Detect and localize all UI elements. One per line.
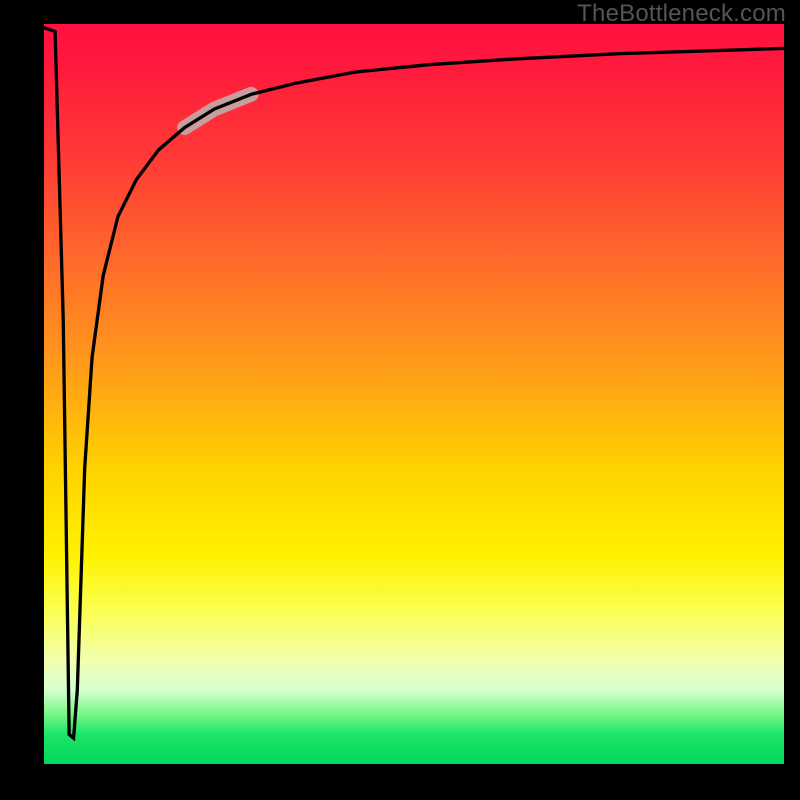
curve-layer xyxy=(44,24,784,764)
curve-highlight xyxy=(185,94,252,127)
bottleneck-curve xyxy=(44,28,784,738)
chart-frame: TheBottleneck.com xyxy=(0,0,800,800)
plot-area xyxy=(44,24,784,764)
